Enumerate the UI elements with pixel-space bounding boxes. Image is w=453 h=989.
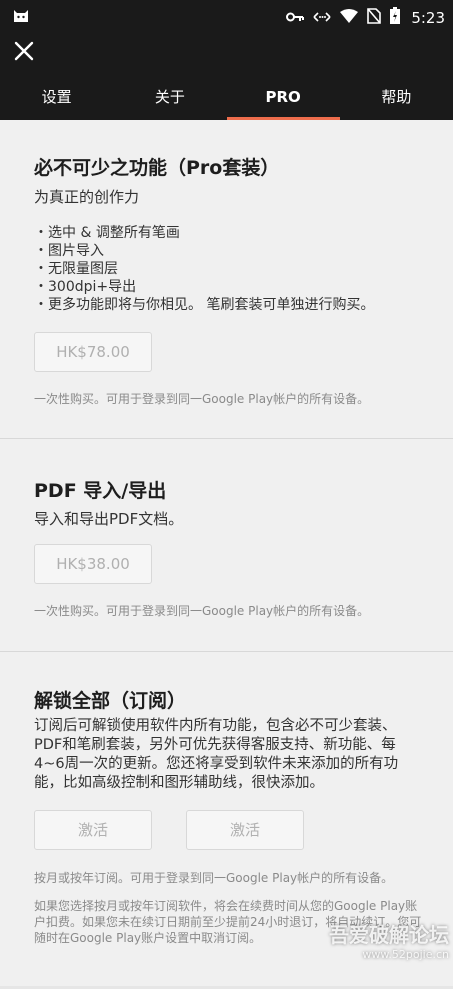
close-button[interactable]: [12, 39, 36, 63]
pdf-buy-button[interactable]: HK$38.00: [34, 544, 152, 584]
no-sim-icon: [367, 7, 382, 28]
wifi-icon: [340, 8, 359, 27]
feature-list: ・选中 & 调整所有笔画 ・图片导入 ・无限量图层 ・300dpi+导出 ・更多…: [34, 224, 374, 314]
unlock-description: 订阅后可解锁使用软件内所有功能，包含必不可少套装、PDF和笔刷套装，另外可优先获…: [34, 718, 399, 791]
tab-help[interactable]: 帮助: [340, 80, 453, 120]
essentials-note: 一次性购买。可用于登录到同一Google Play帐户的所有设备。: [34, 392, 370, 406]
tab-settings[interactable]: 设置: [0, 80, 113, 120]
watermark-text: 吾爱破解论坛: [329, 923, 449, 947]
section-divider: [0, 438, 453, 439]
tab-label: 关于: [154, 88, 185, 106]
feature-item: ・无限量图层: [34, 261, 118, 277]
feature-item: ・图片导入: [34, 243, 104, 259]
pdf-note: 一次性购买。可用于登录到同一Google Play帐户的所有设备。: [34, 604, 370, 618]
pdf-title: PDF 导入/导出: [34, 480, 167, 502]
essentials-title: 必不可少之功能（Pro套装）: [34, 157, 280, 179]
tab-label: 帮助: [381, 88, 412, 106]
tab-about[interactable]: 关于: [113, 80, 226, 120]
status-time: 5:23: [411, 8, 445, 27]
close-icon: [14, 41, 34, 61]
feature-item: ・更多功能即将与你相见。 笔刷套装可单独进行购买。: [34, 297, 375, 313]
feature-item: ・选中 & 调整所有笔画: [34, 225, 180, 241]
section-divider: [0, 651, 453, 652]
watermark-url: www.52pojie.cn: [362, 948, 449, 961]
app-bar: 设置 关于 PRO 帮助: [0, 34, 453, 120]
status-bar: 5:23: [0, 0, 453, 34]
feature-item: ・300dpi+导出: [34, 279, 137, 295]
watermark: 吾爱破解论坛 www.52pojie.cn: [329, 919, 449, 961]
pdf-subtitle: 导入和导出PDF文档。: [34, 510, 184, 528]
unlock-title: 解锁全部（订阅）: [34, 690, 187, 712]
essentials-subtitle: 为真正的创作力: [34, 188, 140, 206]
key-icon: [286, 8, 305, 27]
unlock-note: 按月或按年订阅。可用于登录到同一Google Play帐户的所有设备。: [34, 871, 394, 885]
battery-icon: [390, 7, 401, 28]
tab-label: 设置: [41, 88, 72, 106]
activate-button-1[interactable]: 激活: [34, 810, 152, 850]
activate-button-2[interactable]: 激活: [186, 810, 304, 850]
tab-label: PRO: [265, 88, 301, 106]
data-arrows-icon: [313, 8, 331, 27]
tab-pro[interactable]: PRO: [226, 80, 341, 120]
essentials-buy-button[interactable]: HK$78.00: [34, 332, 152, 372]
tab-bar: 设置 关于 PRO 帮助: [0, 80, 453, 120]
android-cat-icon: [12, 8, 30, 28]
